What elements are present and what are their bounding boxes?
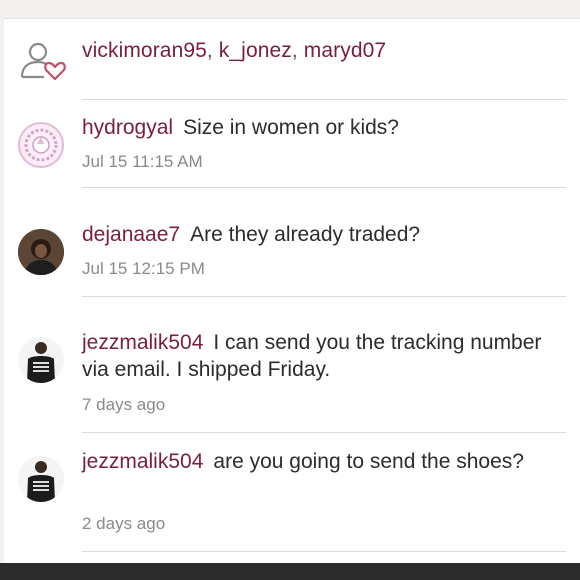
comment-text: are you going to send the shoes? xyxy=(213,450,524,473)
unicorn-avatar[interactable] xyxy=(18,122,64,168)
divider xyxy=(82,296,566,297)
person-avatar[interactable] xyxy=(18,229,64,275)
divider xyxy=(82,99,566,100)
comment-username[interactable]: hydrogyal xyxy=(82,116,173,139)
comment-username[interactable]: jezzmalik504 xyxy=(82,450,203,473)
person-shirt-avatar[interactable] xyxy=(18,456,64,502)
comment-text-block: dejanaae7 Are they already traded? xyxy=(82,221,552,248)
bottom-bar xyxy=(0,563,580,580)
comment-text-block: jezzmalik504 are you going to send the sh… xyxy=(82,448,552,475)
user-heart-icon xyxy=(20,42,66,81)
comment-timestamp: Jul 15 12:15 PM xyxy=(82,259,205,278)
person-shirt-avatar[interactable] xyxy=(18,337,64,383)
comment-username[interactable]: jezzmalik504 xyxy=(82,331,203,354)
liker-link[interactable]: maryd07 xyxy=(304,39,386,62)
likes-row: vickimoran95, k_jonez, maryd07 xyxy=(4,19,580,99)
comment-text: Size in women or kids? xyxy=(183,116,399,139)
comment-text: Are they already traded? xyxy=(190,223,421,246)
liker-link[interactable]: vickimoran95 xyxy=(82,39,207,62)
comment-timestamp: Jul 15 11:15 AM xyxy=(82,152,203,171)
comments-panel: vickimoran95, k_jonez, maryd07 hydrogyal… xyxy=(4,18,580,565)
comment-text-block: jezzmalik504 I can send you the tracking … xyxy=(82,329,552,383)
liker-link[interactable]: k_jonez xyxy=(219,39,292,62)
comment-timestamp: 7 days ago xyxy=(82,395,166,414)
divider xyxy=(82,432,566,433)
divider xyxy=(82,187,566,188)
divider xyxy=(82,551,566,552)
comment-text-block: hydrogyal Size in women or kids? xyxy=(82,114,552,141)
comment-timestamp: 2 days ago xyxy=(82,514,166,533)
comment-username[interactable]: dejanaae7 xyxy=(82,223,180,246)
likes-list: vickimoran95, k_jonez, maryd07 xyxy=(82,39,387,62)
